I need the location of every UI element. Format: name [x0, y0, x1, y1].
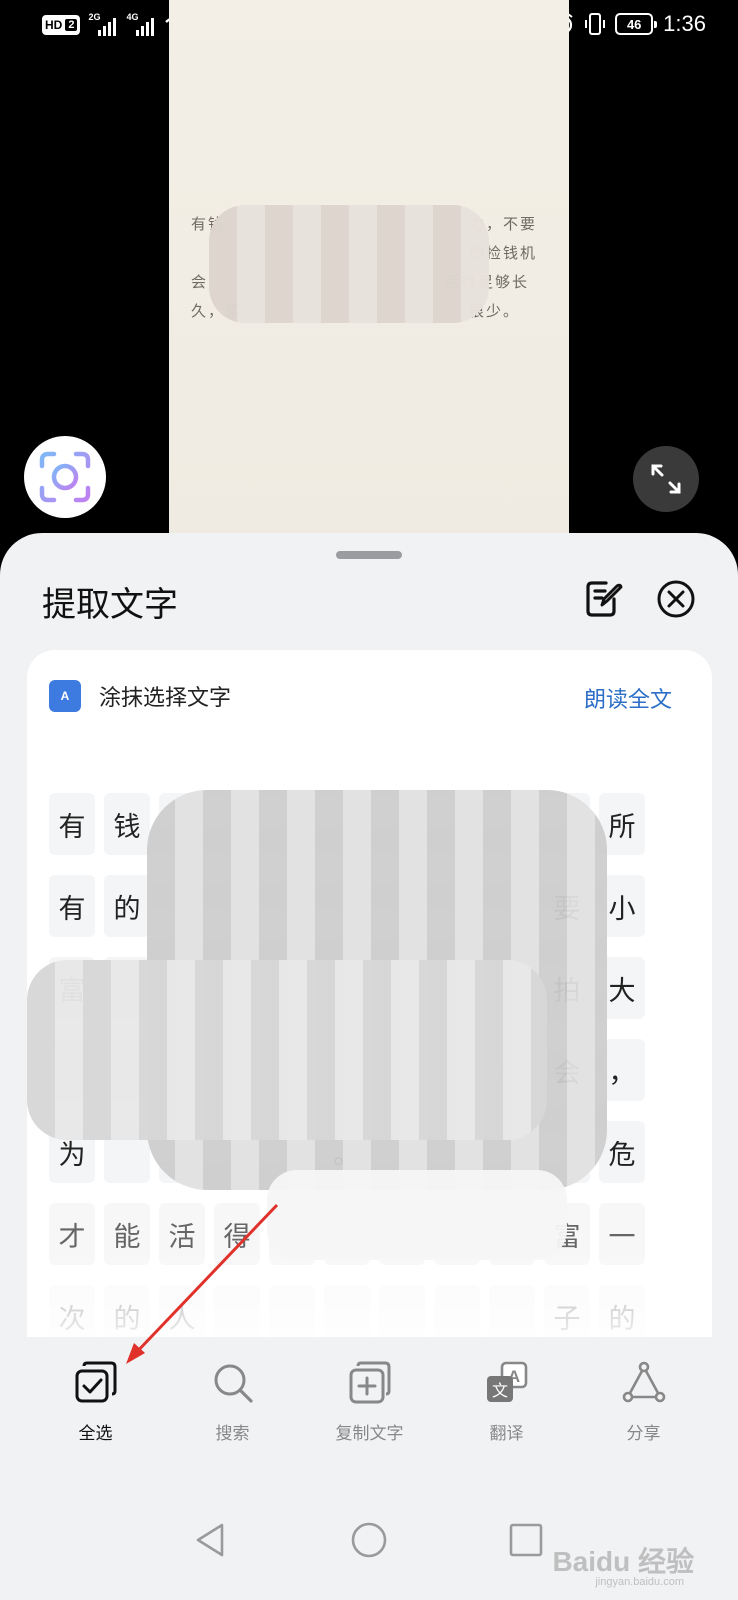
- signal-2g-icon: 2G: [88, 12, 118, 36]
- share-label: 分享: [626, 1424, 661, 1444]
- translate-glyph-left: 文: [491, 1381, 507, 1400]
- clock: 1:36: [663, 11, 706, 36]
- signal-4g-label: 4G: [126, 12, 139, 22]
- watermark: Baidu 经验: [552, 1546, 694, 1577]
- signal-4g-icon: 4G: [126, 12, 156, 36]
- share-button[interactable]: 分享: [575, 1337, 712, 1470]
- character-cell[interactable]: 钱: [104, 793, 150, 855]
- battery-indicator: 46: [615, 13, 658, 35]
- translate-label: 翻译: [489, 1424, 524, 1444]
- sheet-title: 提取文字: [42, 585, 178, 625]
- edit-button[interactable]: [584, 579, 624, 619]
- preview-mosaic: [209, 205, 489, 323]
- extract-text-sheet: 提取文字 A 涂抹选择文字 朗读全文 有钱所有的要小富拍大的机会，为。危才能活得…: [0, 533, 738, 1600]
- character-cell[interactable]: 的: [104, 875, 150, 937]
- search-icon: [214, 1364, 253, 1403]
- recents-icon[interactable]: [506, 1520, 546, 1560]
- lens-button[interactable]: [24, 436, 106, 518]
- copy-icon: [349, 1361, 390, 1404]
- share-icon: [622, 1361, 665, 1403]
- copy-text-button[interactable]: 复制文字: [301, 1337, 438, 1470]
- character-cell[interactable]: 有: [49, 875, 95, 937]
- document-icon: A: [49, 680, 81, 712]
- sim-number: 2: [65, 19, 78, 31]
- back-icon[interactable]: [190, 1520, 230, 1560]
- lens-scan-icon: [39, 451, 91, 503]
- preview-text-4: 会: [191, 273, 209, 291]
- search-label: 搜索: [215, 1424, 250, 1444]
- doc-icon-glyph: A: [60, 689, 70, 703]
- smear-select-row[interactable]: A 涂抹选择文字: [49, 680, 231, 712]
- close-button[interactable]: [656, 579, 696, 619]
- select-all-label: 全选: [78, 1424, 113, 1444]
- hd-voice-badge: HD 2: [42, 15, 81, 35]
- text-card: A 涂抹选择文字 朗读全文 有钱所有的要小富拍大的机会，为。危才能活得富一次的人…: [27, 650, 712, 1470]
- smear-select-label: 涂抹选择文字: [99, 686, 232, 711]
- signal-2g-label: 2G: [88, 12, 101, 22]
- close-icon: [657, 580, 695, 618]
- expand-button[interactable]: [633, 446, 699, 512]
- translate-button[interactable]: A 文 翻译: [438, 1337, 575, 1470]
- hd-label: HD: [45, 18, 63, 32]
- expand-icon: [651, 464, 681, 494]
- select-all-icon: [75, 1361, 116, 1403]
- action-toolbar: 全选 搜索 复制文字 A 文 翻译 分享: [27, 1337, 712, 1470]
- home-icon[interactable]: [349, 1520, 389, 1560]
- vibrate-icon: [585, 13, 606, 35]
- mosaic-overlay: [267, 1170, 567, 1260]
- read-all-link[interactable]: 朗读全文: [584, 682, 672, 714]
- watermark-url: jingyan.baidu.com: [595, 1576, 684, 1588]
- copy-text-label: 复制文字: [335, 1424, 404, 1444]
- fade-overlay: [27, 1250, 712, 1350]
- mosaic-overlay: [27, 960, 547, 1140]
- select-all-button[interactable]: 全选: [27, 1337, 164, 1470]
- drag-handle[interactable]: [336, 551, 402, 559]
- search-button[interactable]: 搜索: [164, 1337, 301, 1470]
- translate-icon: A 文: [486, 1361, 527, 1402]
- character-cell[interactable]: 有: [49, 793, 95, 855]
- screenshot-preview: 有钱 力，不要 的捡钱机 会 活得足够长 久，富 很少。: [169, 0, 569, 540]
- edit-icon: [586, 581, 623, 617]
